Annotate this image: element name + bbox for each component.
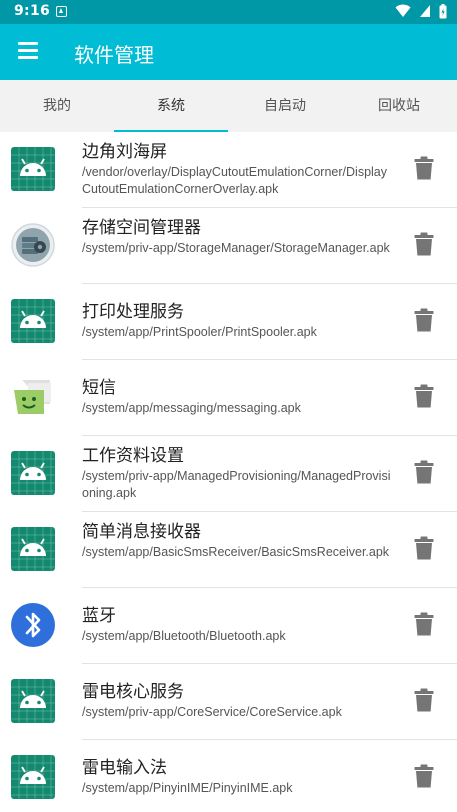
trash-icon[interactable] <box>414 612 434 636</box>
storage-manager-icon <box>11 223 55 267</box>
list-item[interactable]: 雷电输入法/system/app/PinyinIME/PinyinIME.apk <box>0 740 457 812</box>
trash-icon[interactable] <box>414 308 434 332</box>
android-icon <box>11 755 55 799</box>
tab-bar: 我的 系统 自启动 回收站 <box>0 80 457 132</box>
list-item[interactable]: 工作资料设置/system/priv-app/ManagedProvisioni… <box>0 436 457 512</box>
menu-icon[interactable] <box>18 42 38 62</box>
tab-recycle-bin[interactable]: 回收站 <box>342 80 456 132</box>
trash-icon[interactable] <box>414 156 434 180</box>
notification-icon <box>56 6 67 17</box>
list-item[interactable]: 雷电核心服务/system/priv-app/CoreService/CoreS… <box>0 664 457 740</box>
app-name: 存储空间管理器 <box>82 218 201 238</box>
android-icon <box>11 147 55 191</box>
app-name: 简单消息接收器 <box>82 522 201 542</box>
tab-system[interactable]: 系统 <box>114 80 228 132</box>
app-name: 边角刘海屏 <box>82 142 167 162</box>
app-path: /system/app/PinyinIME/PinyinIME.apk <box>82 781 293 795</box>
battery-icon <box>439 4 447 19</box>
cellular-icon <box>419 5 430 17</box>
trash-icon[interactable] <box>414 764 434 788</box>
status-icons <box>392 4 447 20</box>
tab-mine[interactable]: 我的 <box>0 80 114 132</box>
trash-icon[interactable] <box>414 232 434 256</box>
android-icon <box>11 527 55 571</box>
status-bar: 9:16 <box>0 0 457 24</box>
wifi-icon <box>395 4 411 17</box>
trash-icon[interactable] <box>414 384 434 408</box>
app-path: /system/app/Bluetooth/Bluetooth.apk <box>82 629 286 643</box>
list-item[interactable]: 存储空间管理器/system/priv-app/StorageManager/S… <box>0 208 457 284</box>
list-item[interactable]: 边角刘海屏/vendor/overlay/DisplayCutoutEmulat… <box>0 132 457 208</box>
trash-icon[interactable] <box>414 688 434 712</box>
list-item[interactable]: 短信/system/app/messaging/messaging.apk <box>0 360 457 436</box>
app-name: 雷电输入法 <box>82 758 167 778</box>
app-bar: 软件管理 <box>0 24 457 80</box>
app-name: 雷电核心服务 <box>82 682 184 702</box>
app-list: 边角刘海屏/vendor/overlay/DisplayCutoutEmulat… <box>0 132 457 812</box>
tab-autostart[interactable]: 自启动 <box>228 80 342 132</box>
app-path: /system/app/PrintSpooler/PrintSpooler.ap… <box>82 325 317 339</box>
trash-icon[interactable] <box>414 460 434 484</box>
app-path: /system/app/messaging/messaging.apk <box>82 401 301 415</box>
android-icon <box>11 679 55 723</box>
list-item[interactable]: 简单消息接收器/system/app/BasicSmsReceiver/Basi… <box>0 512 457 588</box>
trash-icon[interactable] <box>414 536 434 560</box>
app-name: 短信 <box>82 378 116 398</box>
app-path: /system/app/BasicSmsReceiver/BasicSmsRec… <box>82 545 390 559</box>
page-title: 软件管理 <box>74 43 154 67</box>
list-item[interactable]: 打印处理服务/system/app/PrintSpooler/PrintSpoo… <box>0 284 457 360</box>
app-name: 打印处理服务 <box>82 302 184 322</box>
list-item[interactable]: 蓝牙/system/app/Bluetooth/Bluetooth.apk <box>0 588 457 664</box>
app-path: /system/priv-app/CoreService/CoreService… <box>82 705 342 719</box>
app-path: /system/priv-app/StorageManager/StorageM… <box>82 241 390 255</box>
app-name: 工作资料设置 <box>82 446 184 466</box>
app-path: /system/priv-app/ManagedProvisioning/Man… <box>82 469 391 500</box>
messaging-icon <box>14 380 51 414</box>
app-path: /vendor/overlay/DisplayCutoutEmulationCo… <box>82 165 387 196</box>
android-icon <box>11 451 55 495</box>
status-time: 9:16 <box>14 3 51 19</box>
android-icon <box>11 299 55 343</box>
app-name: 蓝牙 <box>82 606 116 626</box>
bluetooth-icon <box>11 603 55 647</box>
